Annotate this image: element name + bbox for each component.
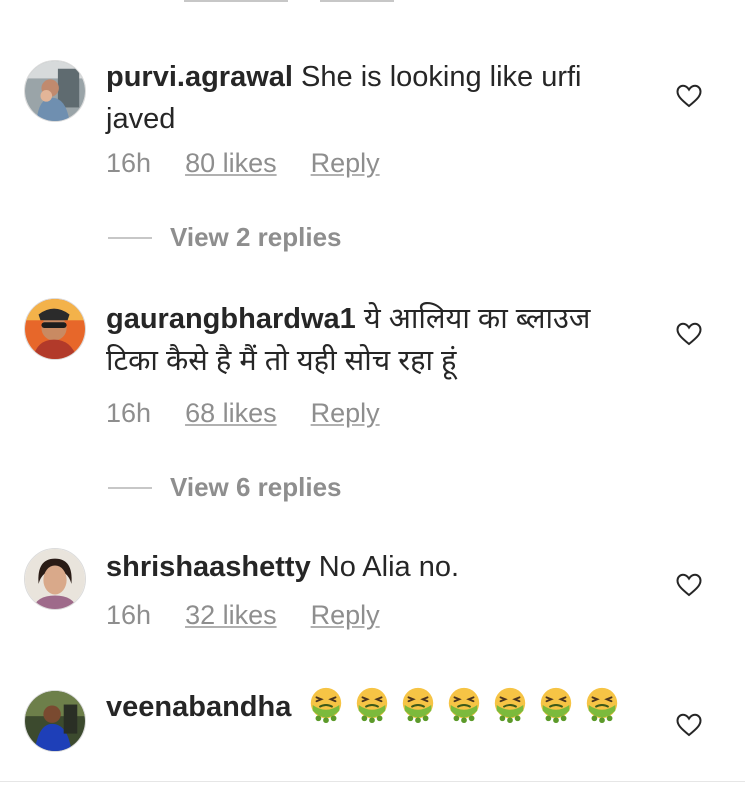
divider-line	[108, 236, 152, 239]
view-replies-button[interactable]: View 2 replies	[108, 222, 342, 253]
comment-username[interactable]: veenabandha	[106, 691, 291, 723]
reply-button[interactable]: Reply	[311, 148, 380, 179]
comment-username[interactable]: gaurangbhardwa1	[106, 303, 356, 335]
like-heart-icon[interactable]	[676, 322, 702, 346]
nauseated-face-emoji-icon	[307, 686, 345, 724]
likes-count-link[interactable]: 68 likes	[185, 398, 277, 429]
comment-meta: 16h 32 likes Reply	[106, 600, 380, 631]
divider-line	[108, 486, 152, 489]
nauseated-face-emoji-icon	[353, 686, 391, 724]
avatar[interactable]	[24, 60, 86, 122]
comment-text-block: shrishaashetty No Alia no.	[106, 546, 646, 588]
comment-meta: 16h 80 likes Reply	[106, 148, 380, 179]
view-replies-label: View 6 replies	[170, 472, 342, 502]
comment-time: 16h	[106, 600, 152, 630]
comment-text-block: veenabandha	[106, 686, 646, 728]
like-heart-icon[interactable]	[676, 84, 702, 108]
comment-text-block: purvi.agrawal She is looking like urfi j…	[106, 56, 646, 140]
comment-meta: 16h 68 likes Reply	[106, 398, 380, 429]
view-replies-label: View 2 replies	[170, 222, 342, 252]
clipped-previous-content	[184, 0, 288, 2]
likes-count-link[interactable]: 32 likes	[185, 600, 277, 631]
clipped-previous-content	[320, 0, 394, 2]
nauseated-face-emoji-icon	[445, 686, 483, 724]
bottom-divider	[0, 781, 745, 782]
comment-time: 16h	[106, 148, 152, 178]
likes-count-link[interactable]: 80 likes	[185, 148, 277, 179]
comment-username[interactable]: purvi.agrawal	[106, 61, 293, 93]
like-heart-icon[interactable]	[676, 573, 702, 597]
emoji-reactions	[299, 687, 621, 724]
comment-username[interactable]: shrishaashetty	[106, 551, 311, 583]
reply-button[interactable]: Reply	[311, 398, 380, 429]
avatar[interactable]	[24, 548, 86, 610]
nauseated-face-emoji-icon	[537, 686, 575, 724]
nauseated-face-emoji-icon	[399, 686, 437, 724]
like-heart-icon[interactable]	[676, 713, 702, 737]
nauseated-face-emoji-icon	[583, 686, 621, 724]
comment-body: No Alia no.	[318, 551, 460, 583]
avatar[interactable]	[24, 690, 86, 752]
view-replies-button[interactable]: View 6 replies	[108, 472, 342, 503]
avatar[interactable]	[24, 298, 86, 360]
comment-text-block: gaurangbhardwa1 ये आलिया का ब्लाउज टिका …	[106, 298, 646, 382]
nauseated-face-emoji-icon	[491, 686, 529, 724]
comment-time: 16h	[106, 398, 152, 428]
reply-button[interactable]: Reply	[311, 600, 380, 631]
